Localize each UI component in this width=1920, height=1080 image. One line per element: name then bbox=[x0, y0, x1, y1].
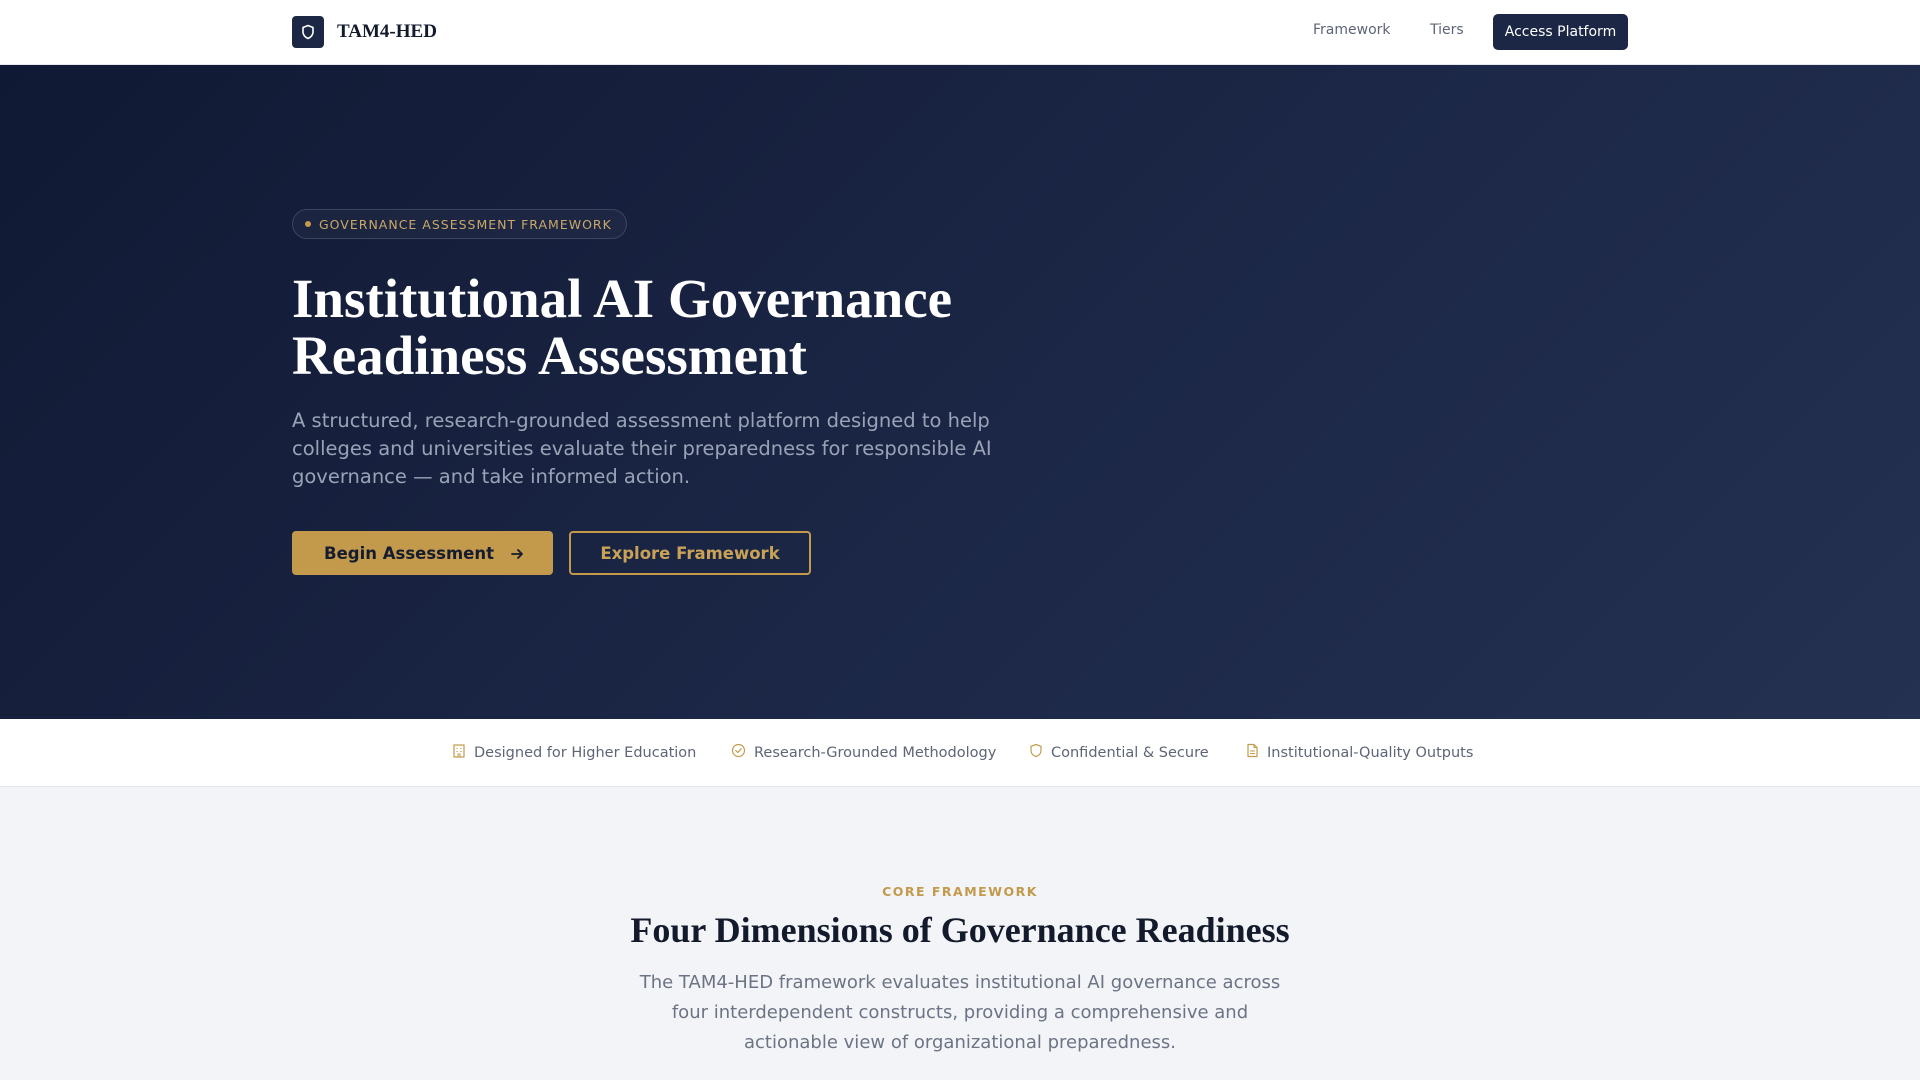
document-icon bbox=[1246, 743, 1267, 762]
begin-assessment-button[interactable]: Begin Assessment bbox=[292, 531, 553, 575]
arrow-right-icon bbox=[510, 544, 524, 563]
section-subtitle: The TAM4-HED framework evaluates institu… bbox=[639, 972, 1281, 1053]
building-icon bbox=[452, 743, 474, 762]
shield-icon bbox=[1029, 743, 1051, 762]
trust-label: Institutional-Quality Outputs bbox=[1267, 744, 1474, 761]
trust-item-outputs: Institutional-Quality Outputs bbox=[1246, 743, 1473, 762]
trust-item-methodology: Research-Grounded Methodology bbox=[731, 743, 996, 762]
brand-name: TAM4-HED bbox=[337, 21, 437, 42]
trust-label: Confidential & Secure bbox=[1051, 744, 1209, 761]
hero-subtitle: A structured, research-grounded assessme… bbox=[292, 409, 992, 488]
brand-logo[interactable]: TAM4-HED bbox=[292, 16, 437, 48]
check-circle-icon bbox=[731, 743, 754, 762]
framework-badge: GOVERNANCE ASSESSMENT FRAMEWORK bbox=[292, 209, 627, 239]
nav-link-framework[interactable]: Framework bbox=[1313, 22, 1391, 38]
section-eyebrow: CORE FRAMEWORK bbox=[882, 884, 1038, 899]
hero-section: GOVERNANCE ASSESSMENT FRAMEWORK Institut… bbox=[0, 65, 1920, 719]
hero-title: Institutional AI Governance Readiness As… bbox=[292, 270, 1052, 384]
shield-icon bbox=[292, 16, 324, 48]
trust-label: Research-Grounded Methodology bbox=[754, 744, 997, 761]
trust-item-higher-education: Designed for Higher Education bbox=[452, 743, 696, 762]
begin-assessment-label: Begin Assessment bbox=[324, 543, 494, 563]
trust-label: Designed for Higher Education bbox=[474, 744, 697, 761]
hero-title-line-2: Readiness Assessment bbox=[292, 325, 807, 386]
badge-dot-icon bbox=[305, 221, 311, 227]
section-title: Four Dimensions of Governance Readiness bbox=[630, 910, 1290, 950]
nav-link-tiers[interactable]: Tiers bbox=[1430, 22, 1464, 38]
access-platform-button[interactable]: Access Platform bbox=[1493, 14, 1628, 50]
top-nav: TAM4-HED Framework Tiers Access Platform bbox=[0, 0, 1920, 65]
trust-bar: Designed for Higher Education Research-G… bbox=[0, 719, 1920, 787]
hero-title-line-1: Institutional AI Governance bbox=[292, 268, 953, 329]
explore-framework-button[interactable]: Explore Framework bbox=[569, 531, 811, 575]
badge-label: GOVERNANCE ASSESSMENT FRAMEWORK bbox=[319, 216, 612, 232]
trust-item-confidential: Confidential & Secure bbox=[1029, 743, 1209, 762]
